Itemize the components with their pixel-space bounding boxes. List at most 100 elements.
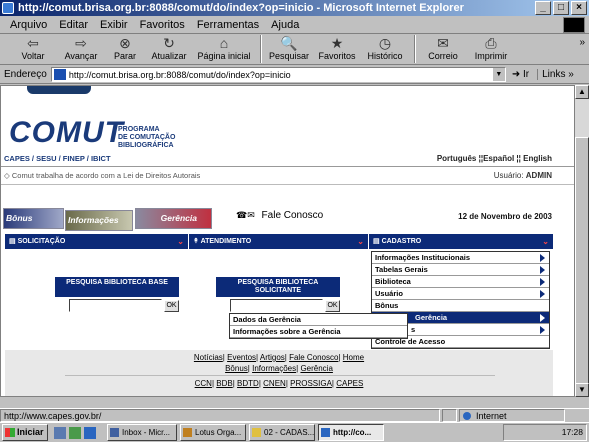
search-label: Pesquisar: [268, 51, 310, 61]
menu-favoritos[interactable]: Favoritos: [140, 19, 185, 31]
submenu-item-dados-da-gerencia[interactable]: Dados da Gerência: [230, 314, 407, 326]
favorites-button[interactable]: ★ Favoritos: [314, 35, 360, 61]
nav-cadastro[interactable]: ▤ CADASTRO ⌄: [369, 234, 553, 249]
status-zone: Internet: [459, 409, 565, 422]
search-solicitante-input[interactable]: [230, 299, 323, 312]
menu-item-usuario[interactable]: Usuário: [372, 288, 549, 300]
nav-cadastro-label: CADASTRO: [381, 238, 422, 245]
home-button[interactable]: ⌂ Página inicial: [194, 35, 254, 61]
close-button[interactable]: ×: [571, 1, 587, 15]
informacoes-banner-button[interactable]: Informações: [65, 210, 133, 231]
language-selector[interactable]: Português ¦¦Español ¦¦ English: [437, 154, 552, 163]
address-label: Endereço: [4, 69, 47, 80]
windows-flag-icon: [5, 428, 15, 437]
bonus-banner-button[interactable]: Bônus: [3, 208, 64, 229]
footer-link-home[interactable]: Home: [343, 353, 364, 362]
back-button[interactable]: ⇦ Voltar: [10, 35, 56, 61]
mail-label: Correio: [428, 51, 458, 61]
submenu-arrow-icon: [540, 254, 545, 262]
nav-solicitacao[interactable]: ▤ SOLICITAÇÃO ⌄: [5, 234, 189, 249]
scroll-thumb[interactable]: [575, 137, 589, 387]
scroll-up-icon[interactable]: ▲: [575, 85, 589, 99]
ie-icon[interactable]: [84, 426, 96, 439]
footer-link-gerencia[interactable]: Gerência: [300, 364, 332, 373]
mail-button[interactable]: ✉ Correio: [420, 35, 466, 61]
chevron-down-icon: ⌄: [542, 237, 549, 246]
footer-link-eventos[interactable]: Eventos: [227, 353, 256, 362]
refresh-label: Atualizar: [151, 51, 187, 61]
stop-button[interactable]: ⊗ Parar: [106, 35, 144, 61]
refresh-button[interactable]: ↻ Atualizar: [146, 35, 192, 61]
menu-ferramentas[interactable]: Ferramentas: [197, 19, 259, 31]
search-solicitante-ok-button[interactable]: OK: [325, 299, 340, 312]
submenu-arrow-icon: [540, 326, 545, 334]
footer-link-bdb[interactable]: BDB: [216, 379, 232, 388]
footer-link-informacoes[interactable]: Informações: [252, 364, 296, 373]
go-button[interactable]: ➜ Ir: [512, 69, 529, 80]
address-field[interactable]: http://comut.brisa.org.br:8088/comut/do/…: [50, 67, 506, 82]
toolbar-more-chevron[interactable]: »: [579, 37, 585, 48]
vertical-scrollbar[interactable]: ▲ ▼: [575, 85, 589, 397]
menu-item-informacoes-institucionais[interactable]: Informações Institucionais: [372, 252, 549, 264]
submenu-arrow-icon: [540, 278, 545, 286]
maximize-button[interactable]: □: [553, 1, 569, 15]
task-cadastro[interactable]: 02 - CADAS...: [249, 424, 315, 441]
menu-item-bonus[interactable]: Bônus: [372, 300, 549, 312]
menu-editar[interactable]: Editar: [59, 19, 88, 31]
program-line-2: DE COMUTAÇÃO: [118, 134, 176, 141]
ie-icon: [321, 428, 330, 437]
search-button[interactable]: 🔍 Pesquisar: [266, 35, 312, 61]
start-button[interactable]: Iniciar: [2, 424, 48, 441]
toolbar-separator: [260, 35, 262, 63]
search-base-input[interactable]: [69, 299, 162, 312]
law-notice: ◇ Comut trabalha de acordo com a Lei de …: [4, 171, 201, 180]
footer-link-bdtd[interactable]: BDTD: [237, 379, 259, 388]
user-info: Usuário: ADMIN: [494, 171, 552, 180]
submenu-item-informacoes-sobre-gerencia[interactable]: Informações sobre a Gerência: [230, 326, 407, 338]
task-ie-comut[interactable]: http://co...: [318, 424, 384, 441]
gerencia-banner-button[interactable]: Gerência: [135, 208, 212, 229]
footer-link-noticias[interactable]: Notícias: [194, 353, 223, 362]
search-biblioteca-solicitante: PESQUISA BIBLIOTECA SOLICITANTE OK: [216, 277, 340, 317]
menu-exibir[interactable]: Exibir: [100, 19, 128, 31]
outlook-icon[interactable]: [69, 426, 81, 439]
windows-logo-icon: [563, 17, 585, 33]
menu-item-biblioteca[interactable]: Biblioteca: [372, 276, 549, 288]
footer-link-cnen[interactable]: CNEN: [263, 379, 286, 388]
footer-link-capes[interactable]: CAPES: [336, 379, 363, 388]
menu-ajuda[interactable]: Ajuda: [271, 19, 299, 31]
minimize-button[interactable]: _: [535, 1, 551, 15]
address-url: http://comut.brisa.org.br:8088/comut/do/…: [68, 69, 291, 80]
menu-item-tabelas-gerais[interactable]: Tabelas Gerais: [372, 264, 549, 276]
forward-button[interactable]: ⇨ Avançar: [58, 35, 104, 61]
footer-link-bonus[interactable]: Bônus: [225, 364, 248, 373]
nav-atendimento[interactable]: ↟ ATENDIMENTO ⌄: [189, 234, 369, 249]
atendimento-icon: ↟: [193, 238, 201, 245]
toolbar: ⇦ Voltar ⇨ Avançar ⊗ Parar ↻ Atualizar ⌂ Pági…: [0, 35, 589, 65]
search-icon: 🔍: [280, 35, 298, 51]
footer-link-ccn[interactable]: CCN: [195, 379, 212, 388]
footer-link-artigos[interactable]: Artigos: [260, 353, 285, 362]
submenu-arrow-icon: [540, 314, 545, 322]
search-base-ok-button[interactable]: OK: [164, 299, 179, 312]
page-icon: [53, 69, 66, 80]
footer-link-fale-conosco[interactable]: Fale Conosco: [289, 353, 338, 362]
print-button[interactable]: ⎙ Imprimir: [468, 35, 514, 61]
scroll-down-icon[interactable]: ▼: [575, 383, 589, 397]
folder-icon: [252, 428, 261, 437]
clock[interactable]: 17:28: [562, 427, 583, 437]
forward-label: Avançar: [64, 51, 98, 61]
task-inbox[interactable]: Inbox - Micr...: [107, 424, 177, 441]
mail-icon: ✉: [437, 35, 449, 51]
program-line-1: PROGRAMA: [118, 126, 160, 133]
fale-conosco-link[interactable]: ☎✉ Fale Conosco: [236, 210, 323, 221]
links-button[interactable]: Links »: [537, 69, 574, 80]
print-icon: ⎙: [485, 35, 497, 51]
history-button[interactable]: ◷ Histórico: [362, 35, 408, 61]
footer-link-prossiga[interactable]: PROSSIGA: [290, 379, 332, 388]
address-dropdown-icon[interactable]: ▼: [492, 68, 505, 81]
desktop-icon[interactable]: [54, 426, 66, 439]
menu-arquivo[interactable]: Arquivo: [10, 19, 47, 31]
task-lotus[interactable]: Lotus Orga...: [180, 424, 246, 441]
divider: [1, 166, 574, 167]
